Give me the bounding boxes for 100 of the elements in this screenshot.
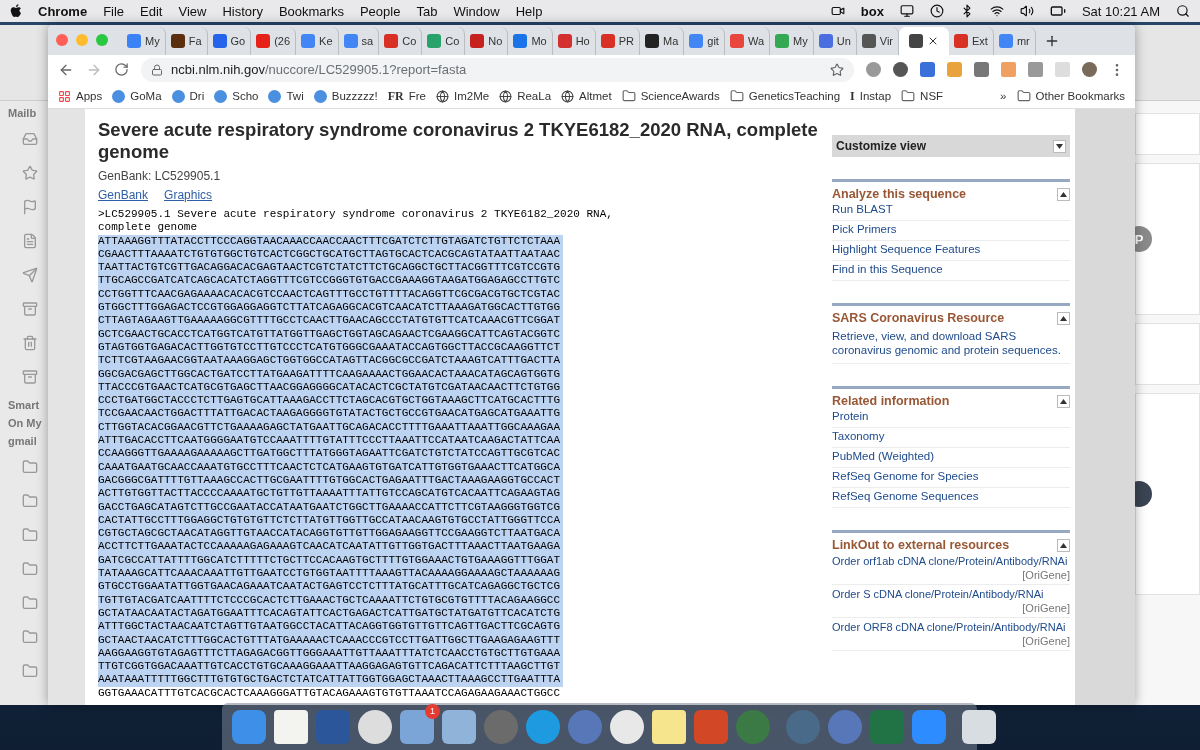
sidebar-link[interactable]: Pick Primers	[832, 221, 1070, 241]
bookmark-link[interactable]: ScienceAwards	[621, 89, 720, 103]
browser-tab[interactable]: Go	[207, 27, 252, 55]
app-icon[interactable]	[358, 709, 392, 744]
wifi-icon[interactable]	[989, 4, 1004, 18]
sidebar-link[interactable]: RefSeq Genome Sequences	[832, 488, 1070, 508]
collapse-button[interactable]	[1057, 538, 1070, 552]
app-icon[interactable]	[610, 709, 644, 744]
browser-tab[interactable]: Wa	[724, 27, 770, 55]
bookmark-link[interactable]: Scho	[214, 89, 259, 103]
search-icon[interactable]	[1176, 4, 1190, 18]
menu-item[interactable]: Tab	[416, 3, 438, 19]
minimize-button[interactable]	[76, 34, 88, 46]
browser-tab[interactable]: Ma	[640, 27, 685, 55]
display-icon[interactable]	[899, 4, 914, 18]
mailbox-icon[interactable]	[22, 335, 38, 351]
browser-tab[interactable]: Mo	[508, 27, 553, 55]
mailbox-icon[interactable]	[22, 267, 38, 283]
mailbox-icon[interactable]	[22, 233, 38, 249]
browser-tab[interactable]: (26	[251, 27, 297, 55]
mailbox-icon[interactable]	[22, 369, 38, 385]
browser-tab[interactable]: Vir	[856, 27, 899, 55]
customize-view-bar[interactable]: Customize view	[832, 135, 1070, 157]
mailbox-icon[interactable]	[22, 165, 38, 181]
folder-icon[interactable]	[22, 527, 38, 543]
menu-item[interactable]: Help	[515, 3, 543, 19]
folder-icon[interactable]	[22, 459, 38, 475]
browser-tab[interactable]: sa	[338, 27, 380, 55]
bookmark-link[interactable]: Altmet	[561, 89, 612, 103]
order-link[interactable]: Order S cDNA clone/Protein/Antibody/RNAi	[832, 588, 1070, 602]
menu-item[interactable]: View	[178, 3, 207, 19]
sidebar-link[interactable]: Run BLAST	[832, 201, 1070, 221]
bookmark-link[interactable]: ReaLa	[499, 89, 552, 103]
bookmark-link[interactable]: GoMa	[112, 89, 162, 103]
view-link[interactable]: Graphics	[164, 188, 213, 202]
zoom-button[interactable]	[96, 34, 108, 46]
browser-tab[interactable]: mr	[993, 27, 1036, 55]
sidebar-link[interactable]: Protein	[832, 408, 1070, 428]
bookmark-star-icon[interactable]	[830, 62, 844, 77]
more-bookmarks-button[interactable]: »	[1000, 90, 1007, 102]
dropdown-button[interactable]	[1053, 139, 1066, 153]
bookmark-link[interactable]: FR Fre	[387, 88, 426, 104]
collapse-button[interactable]	[1057, 187, 1070, 201]
reload-icon[interactable]	[114, 62, 129, 77]
close-icon[interactable]	[927, 35, 939, 47]
bookmark-link[interactable]: Twi	[268, 89, 304, 103]
sidebar-link[interactable]: Highlight Sequence Features	[832, 241, 1070, 261]
apple-icon[interactable]	[10, 4, 22, 18]
menu-item[interactable]: Edit	[140, 3, 163, 19]
extension-icon[interactable]	[893, 62, 908, 77]
browser-tab[interactable]: Ext	[949, 27, 994, 55]
bookmark-link[interactable]: I Instap	[850, 88, 892, 104]
sidebar-link[interactable]: PubMed (Weighted)	[832, 448, 1070, 468]
browser-tab[interactable]: Ke	[296, 27, 339, 55]
collapse-button[interactable]	[1057, 311, 1070, 325]
folder-icon[interactable]	[22, 663, 38, 679]
order-link[interactable]: Order ORF8 cDNA clone/Protein/Antibody/RNAi	[832, 621, 1070, 635]
order-link[interactable]: Order orf1ab cDNA clone/Protein/Antibody/RNAi	[832, 555, 1070, 569]
address-bar[interactable]: ncbi.nlm.nih.gov/nuccore/LC529905.1?report=fasta	[141, 57, 854, 82]
mailbox-icon[interactable]	[22, 131, 38, 147]
menu-item[interactable]: Bookmarks	[278, 3, 344, 19]
folder-icon[interactable]	[22, 595, 38, 611]
menu-item[interactable]: Chrome	[38, 3, 88, 19]
folder-icon[interactable]	[22, 493, 38, 509]
sidebar-link[interactable]: Taxonomy	[832, 428, 1070, 448]
app-icon[interactable]	[274, 709, 308, 744]
volume-icon[interactable]	[1019, 4, 1034, 18]
bookmark-link[interactable]: Dri	[171, 89, 205, 103]
sidebar-link[interactable]: Find in this Sequence	[832, 261, 1070, 281]
mailbox-icon[interactable]	[22, 199, 38, 215]
bookmark-link[interactable]: Buzzzzz!	[313, 89, 378, 103]
browser-tab[interactable]: My	[122, 27, 166, 55]
view-link[interactable]: GenBank	[98, 188, 149, 202]
battery-icon[interactable]	[1049, 3, 1066, 19]
clock-icon[interactable]	[929, 4, 944, 18]
folder-icon[interactable]	[22, 629, 38, 645]
bookmark-link[interactable]: GeneticsTeaching	[729, 89, 841, 103]
browser-tab[interactable]: My	[770, 27, 814, 55]
browser-tab[interactable]: Fa	[165, 27, 208, 55]
bookmark-link[interactable]: NSF	[901, 89, 944, 103]
browser-tab[interactable]: Co	[422, 27, 466, 55]
profile-avatar[interactable]	[1082, 62, 1097, 77]
browser-tab[interactable]: Co	[379, 27, 423, 55]
menu-item[interactable]: File	[103, 3, 125, 19]
folder-icon[interactable]	[22, 561, 38, 577]
mailbox-icon[interactable]	[22, 301, 38, 317]
status-item[interactable]: box	[860, 3, 884, 19]
browser-tab[interactable]: No	[465, 27, 509, 55]
menu-item[interactable]: Window	[453, 3, 500, 19]
bookmark-link[interactable]: Other Bookmarks	[1016, 89, 1125, 103]
collapse-button[interactable]	[1057, 394, 1070, 408]
browser-tab[interactable]: Ho	[552, 27, 596, 55]
close-button[interactable]	[56, 34, 68, 46]
browser-tab[interactable]: Un	[813, 27, 857, 55]
app-icon[interactable]	[652, 709, 686, 744]
browser-tab[interactable]	[899, 27, 949, 55]
sidebar-link[interactable]: RefSeq Genome for Species	[832, 468, 1070, 488]
menu-item[interactable]: History	[222, 3, 263, 19]
video-camera-icon[interactable]	[830, 4, 845, 18]
bookmark-link[interactable]: Apps	[58, 89, 103, 103]
